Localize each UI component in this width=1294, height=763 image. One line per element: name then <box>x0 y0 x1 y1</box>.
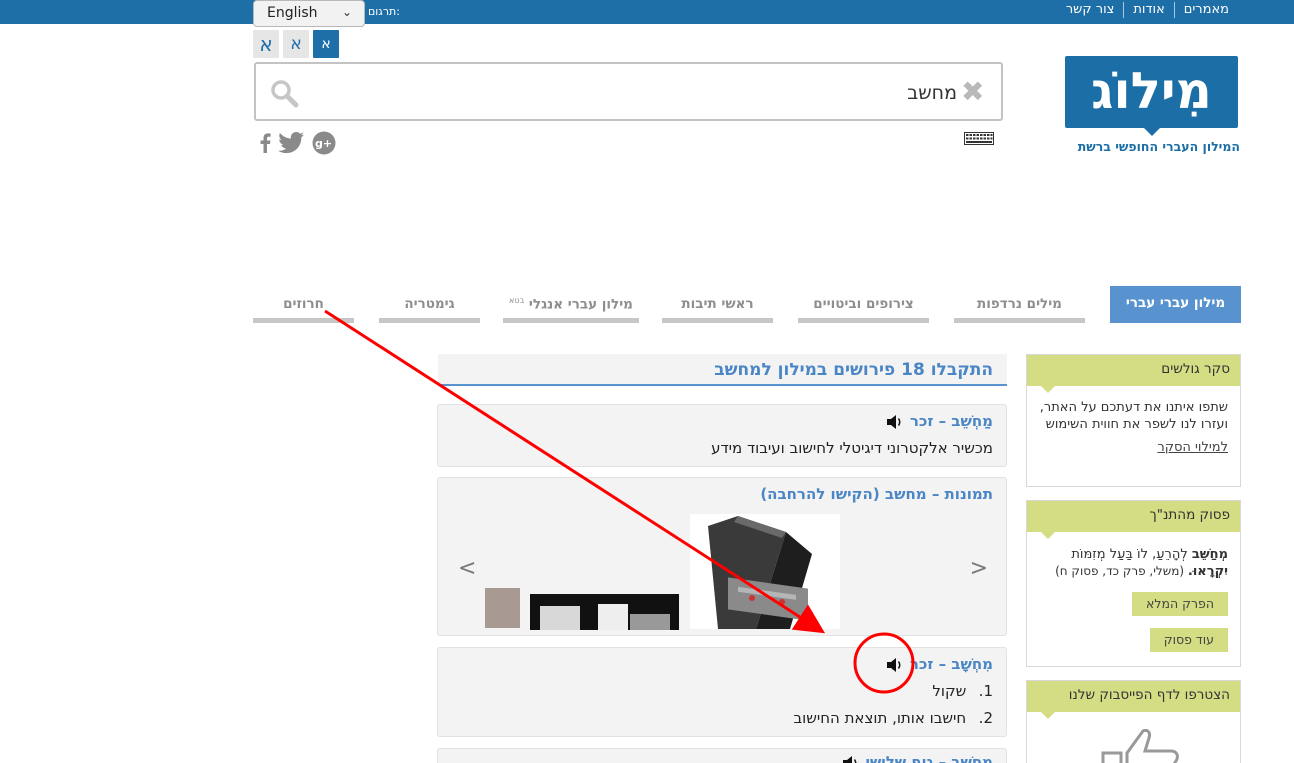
entry-card: מַחְשֵׁב – זכר מכשיר אלקטרוני דיגיטלי לח… <box>437 404 1007 467</box>
tab-rhymes[interactable]: חרוזים <box>253 288 354 323</box>
tab-label: צירופים וביטויים <box>813 296 914 312</box>
tab-label: גימטריה <box>404 296 455 312</box>
results-header: התקבלו 18 פירושים במילון למחשב <box>438 354 1007 386</box>
keyboard-icon[interactable] <box>964 132 994 145</box>
google-plus-icon[interactable]: g+ <box>312 131 336 155</box>
prev-image-button[interactable]: < <box>458 556 476 581</box>
survey-link[interactable]: למילוי הסקר <box>1157 439 1228 456</box>
entry-title[interactable]: מִחְשָׁב – זכר <box>886 655 993 673</box>
tab-hebrew-english[interactable]: מילון עברי אנגלי בטא <box>503 288 639 323</box>
site-logo[interactable]: מִילוֹג <box>1065 56 1238 136</box>
full-chapter-button[interactable]: הפרק המלא <box>1132 592 1228 616</box>
logo-tagline: המילון העברי החופשי ברשת <box>1077 139 1240 154</box>
search-input[interactable] <box>317 80 957 106</box>
entry-title[interactable]: מַחְשֵׁב – זכר <box>886 412 993 430</box>
thumbs-up-icon[interactable] <box>1099 729 1179 763</box>
images-title[interactable]: תמונות – מחשב (הקישו להרחבה) <box>760 485 993 503</box>
entry-card: מַחְשֵׁב – גוף שלישי <box>437 748 1007 763</box>
chevron-down-icon: ⌄ <box>341 5 352 19</box>
tab-hebrew-dictionary[interactable]: מילון עברי עברי <box>1110 286 1241 323</box>
survey-box: סקר גולשים שתפו איתנו את דעתכם על האתר, … <box>1026 354 1241 487</box>
tab-acronyms[interactable]: ראשי תיבות <box>662 288 773 323</box>
tab-label: ראשי תיבות <box>681 296 754 312</box>
entry-card: מִחְשָׁב – זכר 1. שקול 2. חישבו אותו, תו… <box>437 647 1007 737</box>
survey-title: סקר גולשים <box>1027 355 1240 393</box>
translate-label: תרגום: <box>368 5 400 18</box>
font-size-small-button[interactable]: א <box>313 30 339 58</box>
tab-phrases[interactable]: צירופים וביטויים <box>798 288 929 323</box>
computer-image-2[interactable] <box>530 594 679 630</box>
language-value: English <box>267 5 318 21</box>
survey-text: שתפו איתנו את דעתכם על האתר, ועזרו לנו ל… <box>1039 400 1228 432</box>
entry-title[interactable]: מַחְשֵׁב – גוף שלישי <box>842 753 993 763</box>
top-bar: מאמרים אודות צור קשר תרגום: <box>0 0 1294 24</box>
speaker-icon[interactable] <box>886 414 904 429</box>
facebook-box-title: הצטרפו לדף הפייסבוק שלנו <box>1027 681 1240 719</box>
svg-text:g+: g+ <box>315 137 332 150</box>
logo-text: מִילוֹג <box>1065 56 1238 128</box>
facebook-box: הצטרפו לדף הפייסבוק שלנו <box>1026 680 1241 763</box>
tab-label: מילון עברי אנגלי <box>528 296 633 313</box>
beta-tag: בטא <box>509 296 525 305</box>
computer-image[interactable] <box>690 514 840 629</box>
tab-label: חרוזים <box>283 296 324 312</box>
search-box: ✖ <box>254 62 1003 121</box>
font-size-large-button[interactable]: א <box>253 30 279 58</box>
entry-definition: מכשיר אלקטרוני דיגיטלי לחישוב ועיבוד מיד… <box>711 439 993 457</box>
language-select[interactable]: English ⌄ <box>253 0 365 27</box>
results-title: התקבלו 18 פירושים במילון למחשב <box>714 360 993 380</box>
entry-definition: 2. חישבו אותו, תוצאת החישוב <box>793 709 993 727</box>
verse-title: פסוק מהתנ"ך <box>1027 501 1240 539</box>
speaker-icon[interactable] <box>886 657 904 672</box>
verse-box: פסוק מהתנ"ך מְחַשֵּׁב לְהָרֵעַ, לוֹ בַּע… <box>1026 500 1241 667</box>
verse-text: מְחַשֵּׁב לְהָרֵעַ, לוֹ בַּעַל מְזִמּוֹת… <box>1055 547 1228 579</box>
twitter-icon[interactable] <box>278 131 305 155</box>
clear-icon[interactable]: ✖ <box>961 78 987 106</box>
font-size-medium-button[interactable]: א <box>283 30 309 58</box>
computer-image-3[interactable] <box>485 588 520 628</box>
about-link[interactable]: אודות <box>1124 2 1175 18</box>
tab-label: מילים נרדפות <box>977 296 1062 312</box>
tab-label: מילון עברי עברי <box>1125 295 1226 311</box>
more-verse-button[interactable]: עוד פסוק <box>1149 628 1228 652</box>
search-icon[interactable] <box>269 78 299 108</box>
top-links: מאמרים אודות צור קשר <box>1057 0 1238 20</box>
facebook-icon[interactable] <box>258 133 272 153</box>
tab-synonyms[interactable]: מילים נרדפות <box>954 288 1085 323</box>
articles-link[interactable]: מאמרים <box>1175 2 1238 18</box>
contact-link[interactable]: צור קשר <box>1057 2 1125 18</box>
tab-gematria[interactable]: גימטריה <box>379 288 480 323</box>
entry-definition: 1. שקול <box>932 682 993 700</box>
logo-pointer <box>1143 127 1161 136</box>
images-card: תמונות – מחשב (הקישו להרחבה) > < <box>437 477 1007 636</box>
speaker-icon[interactable] <box>842 755 860 763</box>
next-image-button[interactable]: > <box>970 556 988 581</box>
